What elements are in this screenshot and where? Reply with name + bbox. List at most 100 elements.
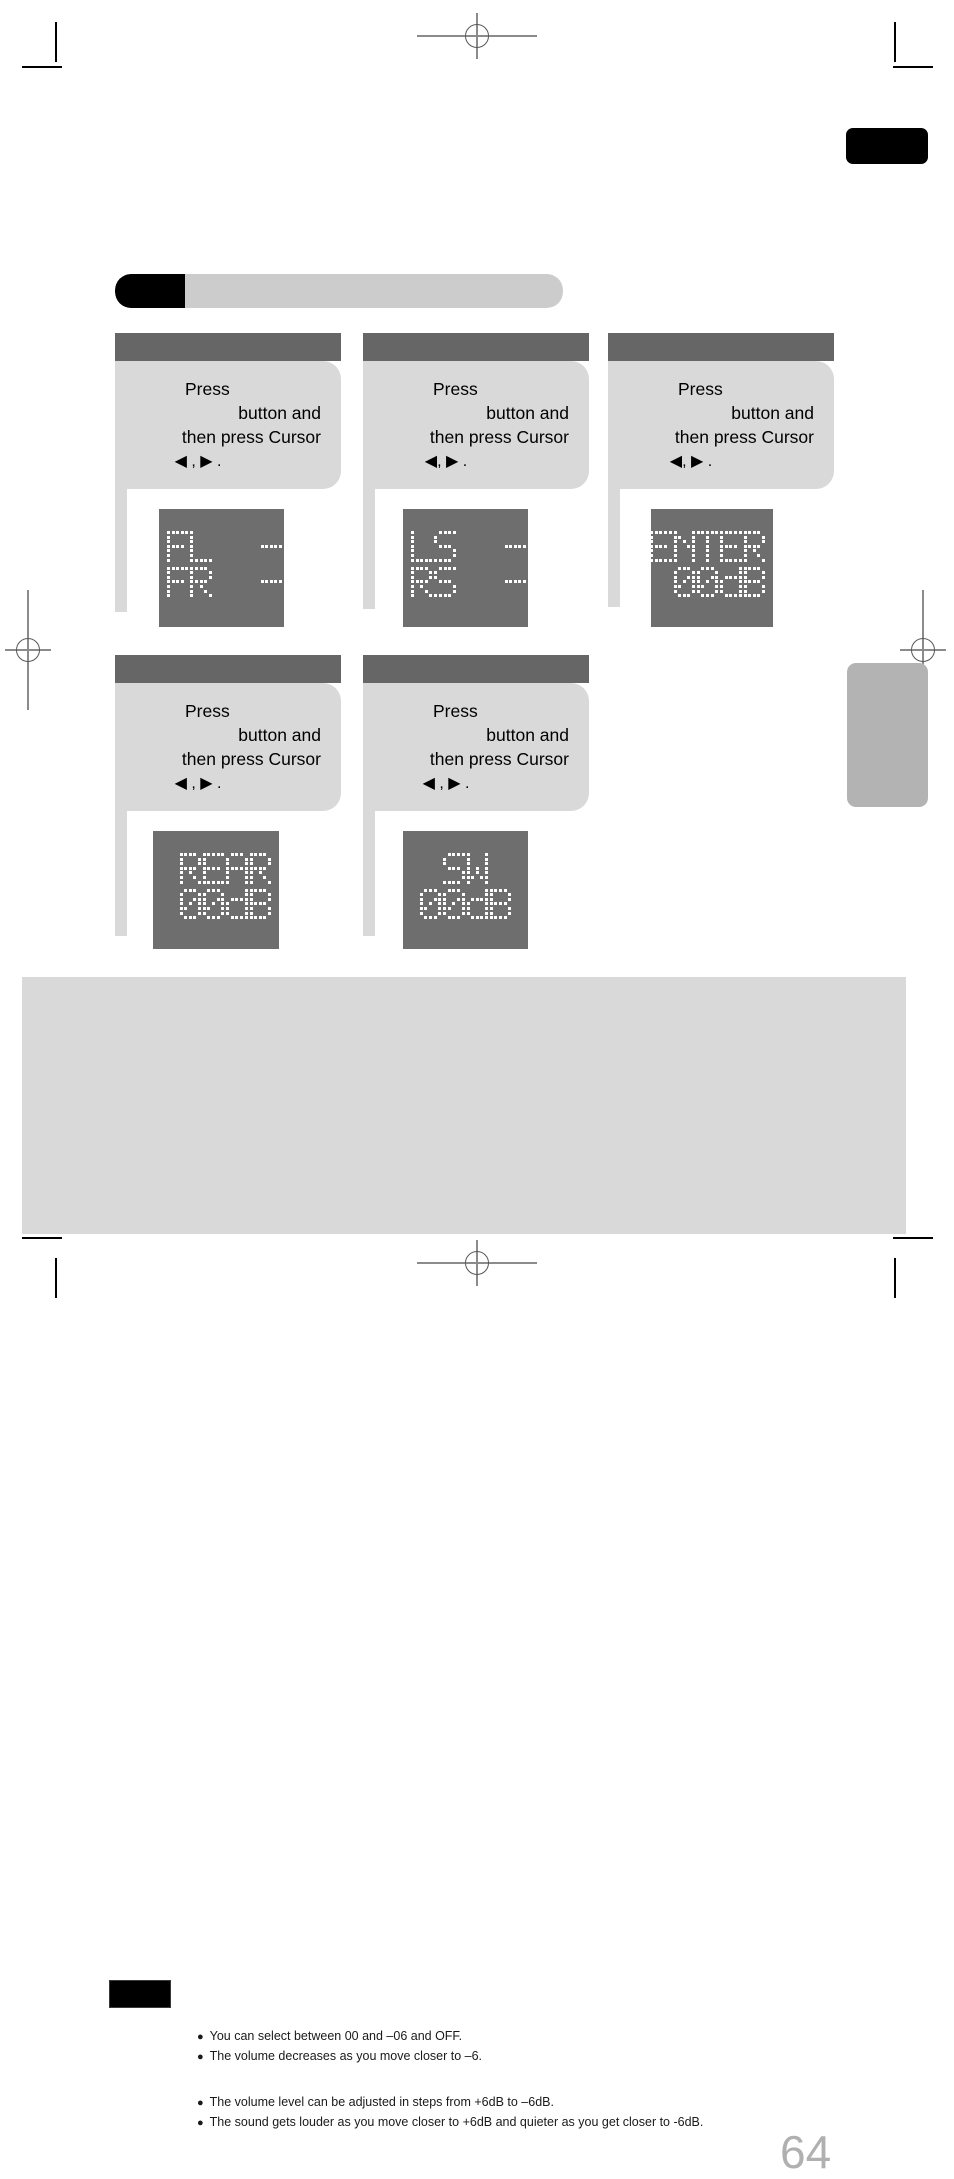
note-item: ● The volume level can be adjusted in st… — [197, 2093, 887, 2113]
lcd-glyph — [419, 888, 442, 920]
lcd-glyph — [237, 567, 258, 598]
cursor-arrows-line: ◀ , ▶ . — [174, 775, 222, 792]
registration-mark-top — [417, 13, 537, 59]
bullet-icon: ● — [197, 2051, 204, 2063]
instruction-line-3: then press Cursor — [429, 427, 569, 447]
note-badge — [109, 1980, 171, 2008]
lcd-glyph — [504, 567, 526, 598]
lcd-glyph — [249, 853, 271, 884]
lcd-glyph — [260, 531, 282, 562]
lcd-line-1 — [443, 853, 488, 884]
lcd-glyph — [226, 853, 248, 884]
lcd-glyph — [527, 566, 550, 598]
lcd-glyph — [202, 888, 225, 920]
side-index-tab — [847, 663, 928, 807]
lcd-glyph — [720, 531, 742, 562]
lcd-glyph — [458, 567, 479, 598]
lcd-glyph — [167, 566, 189, 598]
instruction-line-1: Press — [433, 379, 478, 399]
section-title-badge — [115, 274, 185, 308]
step-instruction-card: Press button and then press Cursor ◀ , ▶ . — [115, 683, 341, 811]
lcd-glyph — [214, 567, 235, 598]
note-item: ● The volume decreases as you move close… — [197, 2047, 887, 2067]
lcd-line-1 — [411, 531, 573, 562]
instruction-line-1: Press — [678, 379, 723, 399]
step-instruction-text: Press button and then press Cursor ◀ , ▶ . — [129, 377, 327, 473]
lcd-glyph — [466, 853, 488, 884]
note-item: ● You can select between 00 and –06 and … — [197, 2027, 887, 2047]
lcd-line-2 — [419, 888, 512, 920]
lcd-glyph — [434, 531, 456, 562]
step-header-front-left-right — [115, 333, 341, 361]
lcd-line-2 — [179, 888, 271, 920]
step-header-subwoofer — [363, 655, 589, 683]
crop-mark-bottom-left-h — [22, 1237, 62, 1239]
lcd-glyph — [551, 566, 573, 598]
instruction-line-3: then press Cursor — [181, 427, 321, 447]
lcd-glyph — [411, 566, 433, 598]
step-subwoofer: Press button and then press Cursor ◀ , ▶ . — [363, 655, 589, 811]
lcd-glyph — [743, 531, 765, 562]
crop-mark-top-right-v — [894, 22, 896, 62]
instruction-line-2: button and — [238, 725, 321, 745]
lcd-display-rear — [153, 831, 279, 949]
note-panel: ● You can select between 00 and –06 and … — [22, 977, 906, 2178]
lcd-text-area — [403, 853, 528, 920]
step-center: Press button and then press Cursor ◀, ▶ . — [608, 333, 834, 489]
lcd-glyph — [283, 566, 306, 598]
lcd-glyph — [466, 888, 488, 920]
cursor-arrows-line: ◀ , ▶ . — [174, 453, 222, 470]
lcd-text-area — [153, 853, 279, 920]
crop-mark-top-left-h — [22, 66, 62, 68]
note-group-volume-range: ● You can select between 00 and –06 and … — [197, 2027, 887, 2067]
cursor-arrows-line: ◀, ▶ . — [669, 453, 713, 470]
step-instruction-text: Press button and then press Cursor ◀ , ▶ . — [129, 699, 327, 795]
step-rear: Press button and then press Cursor ◀ , ▶ . — [115, 655, 341, 811]
note-item-text: You can select between 00 and –06 and OF… — [209, 2029, 463, 2043]
registration-mark-bottom — [417, 1240, 537, 1286]
lcd-glyph — [283, 531, 306, 562]
lcd-glyph — [249, 888, 271, 920]
crop-mark-bottom-left-v — [55, 1258, 57, 1298]
lcd-glyph — [307, 566, 329, 598]
lcd-glyph — [179, 888, 201, 920]
lcd-glyph — [626, 531, 649, 562]
bullet-icon: ● — [197, 2031, 204, 2043]
step-instruction-text: Press button and then press Cursor ◀ , ▶ . — [377, 699, 575, 795]
lcd-glyph — [696, 566, 719, 598]
lcd-glyph — [179, 853, 201, 884]
instruction-line-3: then press Cursor — [674, 427, 814, 447]
step-instruction-card: Press button and then press Cursor ◀ , ▶ . — [115, 361, 341, 489]
lcd-glyph — [481, 531, 502, 562]
lcd-glyph — [202, 853, 225, 884]
crop-mark-top-right-h — [893, 66, 933, 68]
lcd-glyph — [260, 567, 282, 598]
lcd-glyph — [720, 566, 742, 598]
instruction-line-3: then press Cursor — [181, 749, 321, 769]
lcd-glyph — [673, 566, 695, 598]
lcd-glyph — [434, 566, 456, 598]
crop-mark-bottom-right-v — [894, 1258, 896, 1298]
note-item-text: The volume decreases as you move closer … — [209, 2049, 483, 2063]
step-instruction-card: Press button and then press Cursor ◀, ▶ . — [608, 361, 834, 489]
step-header-surround-left-right — [363, 333, 589, 361]
lcd-glyph — [167, 531, 189, 562]
page-number: 64 — [780, 2126, 832, 2178]
lcd-glyph — [214, 531, 235, 562]
lcd-display-center — [626, 509, 773, 627]
lcd-glyph — [443, 853, 465, 884]
instruction-line-2: button and — [486, 725, 569, 745]
lcd-glyph — [743, 566, 765, 598]
lcd-glyph — [504, 531, 526, 562]
lcd-glyph — [307, 531, 329, 562]
crop-mark-top-left-v — [55, 22, 57, 62]
lcd-line-1 — [626, 531, 765, 562]
lcd-glyph — [489, 888, 512, 920]
lcd-text-area — [626, 531, 773, 598]
step-surround-left-right: Press button and then press Cursor ◀, ▶ . — [363, 333, 589, 489]
lcd-glyph — [458, 531, 479, 562]
lcd-glyph — [226, 888, 248, 920]
lcd-line-2 — [411, 566, 573, 598]
lcd-glyph — [190, 531, 212, 562]
lcd-glyph — [443, 888, 465, 920]
